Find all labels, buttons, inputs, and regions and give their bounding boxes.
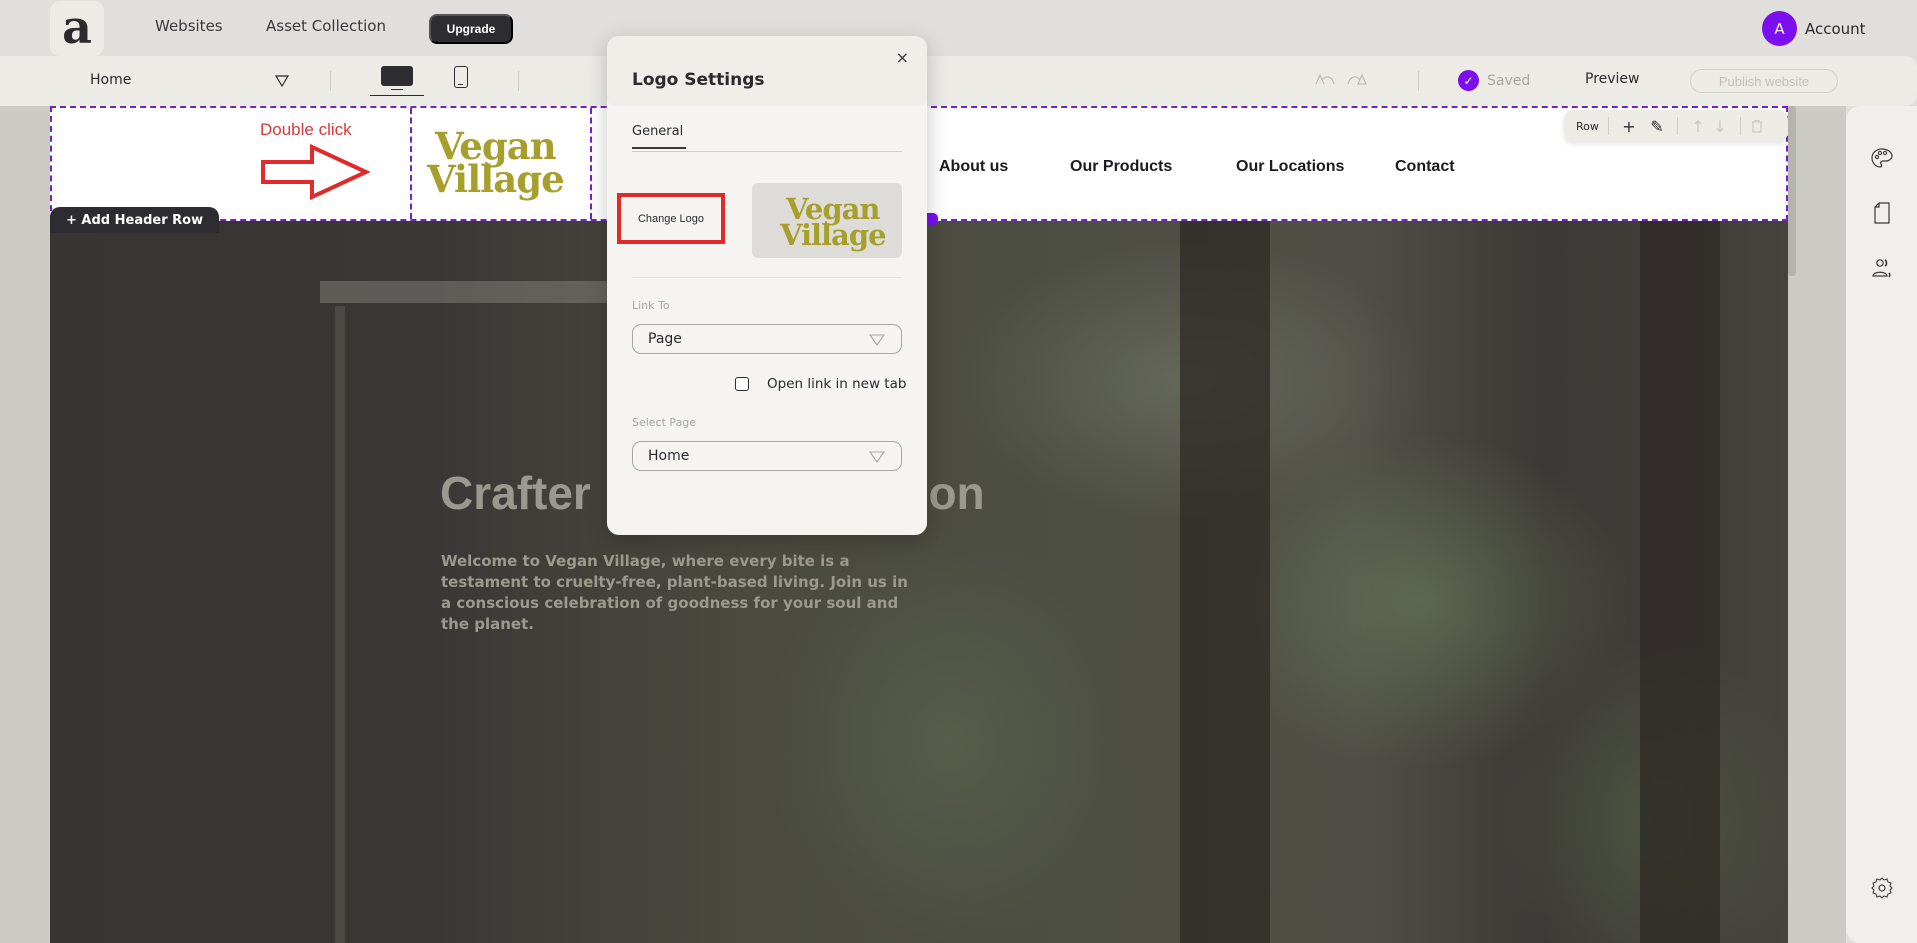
hero-title-start: Crafter (440, 467, 591, 519)
dialog-title: Logo Settings (632, 70, 765, 90)
redo-icon[interactable] (1346, 72, 1368, 86)
palette-icon[interactable] (1870, 146, 1894, 170)
settings-icon[interactable] (1870, 876, 1894, 900)
change-logo-button[interactable]: Change Logo (617, 193, 725, 244)
hero-image-detail (335, 306, 345, 943)
editor-toolbar: Home ✓ Saved Preview Publish website (0, 56, 1917, 106)
desktop-icon (381, 66, 413, 90)
header-cell-divider (590, 108, 592, 219)
account-menu[interactable]: A Account (1762, 11, 1866, 46)
undo-icon[interactable] (1314, 72, 1336, 86)
pencil-icon[interactable]: ✎ (1646, 117, 1668, 136)
open-new-tab-option[interactable]: Open link in new tab (735, 376, 906, 392)
toolbar-divider (1607, 117, 1609, 135)
nav-websites[interactable]: Websites (155, 17, 223, 35)
mobile-view-button[interactable] (454, 66, 468, 88)
dialog-tabs: General (632, 124, 902, 152)
arrow-up-icon[interactable]: ↑ (1687, 117, 1709, 136)
chevron-down-icon (869, 334, 885, 346)
page-select[interactable]: Home (90, 72, 131, 88)
saved-label: Saved (1487, 72, 1531, 89)
toolbar-divider (1739, 117, 1741, 135)
logo-settings-dialog: Logo Settings × General Change Logo Vega… (607, 36, 927, 535)
right-sidebar (1846, 106, 1917, 943)
link-to-select[interactable]: Page (632, 324, 902, 354)
link-to-label: Link To (632, 299, 670, 312)
chevron-down-icon[interactable] (274, 74, 290, 88)
dialog-header: Logo Settings × (607, 36, 927, 106)
open-new-tab-label: Open link in new tab (767, 376, 907, 392)
canvas-gutter (0, 106, 50, 943)
avatar: A (1762, 11, 1797, 46)
account-label: Account (1805, 19, 1866, 38)
select-page-value: Home (648, 448, 690, 464)
select-page-label: Select Page (632, 416, 697, 429)
plus-icon[interactable]: + (1618, 117, 1640, 136)
arrow-down-icon[interactable]: ↓ (1709, 117, 1731, 136)
users-icon[interactable] (1870, 256, 1894, 280)
tab-general[interactable]: General (632, 124, 686, 149)
toolbar-divider (1676, 117, 1678, 135)
double-click-hint: Double click (260, 120, 352, 139)
top-navigation-bar: a Websites Asset Collection Upgrade A Ac… (0, 0, 1917, 56)
hero-description[interactable]: Welcome to Vegan Village, where every bi… (441, 551, 911, 635)
site-logo-line2: Village (427, 156, 565, 201)
toolbar-divider (518, 71, 519, 91)
app-logo[interactable]: a (50, 1, 104, 56)
add-header-row-button[interactable]: + Add Header Row (50, 207, 220, 233)
desktop-view-button[interactable] (370, 64, 424, 96)
app-logo-glyph: a (62, 0, 92, 54)
logo-preview: Vegan Village (752, 183, 902, 258)
hero-image-detail (320, 281, 650, 303)
site-nav-our-locations[interactable]: Our Locations (1236, 158, 1344, 176)
toolbar-divider (1418, 71, 1419, 91)
logo-preview-line2: Village (780, 217, 887, 252)
site-logo[interactable]: Vegan Village (427, 128, 565, 201)
row-label: Row (1576, 119, 1599, 133)
site-nav-our-products[interactable]: Our Products (1070, 158, 1172, 176)
logo-preview-image: Vegan Village (780, 195, 887, 252)
canvas-scrollbar[interactable] (1788, 106, 1796, 276)
check-icon: ✓ (1458, 70, 1479, 91)
arrow-right-icon (261, 144, 370, 200)
page-icon[interactable] (1870, 201, 1894, 225)
section-divider (632, 277, 902, 278)
toolbar-divider (330, 71, 331, 91)
hero-image-detail (1640, 221, 1720, 943)
nav-asset-collection[interactable]: Asset Collection (266, 17, 386, 35)
site-nav-about-us[interactable]: About us (939, 158, 1008, 176)
trash-icon[interactable] (1750, 119, 1764, 133)
chevron-down-icon (869, 451, 885, 463)
header-cell-divider (410, 108, 412, 219)
link-to-value: Page (648, 331, 682, 347)
upgrade-button[interactable]: Upgrade (429, 14, 513, 44)
save-status: ✓ Saved (1458, 70, 1530, 91)
canvas-gutter (1788, 106, 1846, 943)
open-new-tab-checkbox[interactable] (735, 377, 749, 391)
row-toolbar: Row + ✎ ↑ ↓ (1564, 110, 1788, 142)
site-nav-contact[interactable]: Contact (1395, 158, 1455, 176)
publish-website-button[interactable]: Publish website (1690, 69, 1838, 93)
close-icon[interactable]: × (896, 48, 909, 67)
hero-image-detail (1180, 221, 1270, 943)
preview-button[interactable]: Preview (1585, 71, 1640, 87)
select-page-select[interactable]: Home (632, 441, 902, 471)
